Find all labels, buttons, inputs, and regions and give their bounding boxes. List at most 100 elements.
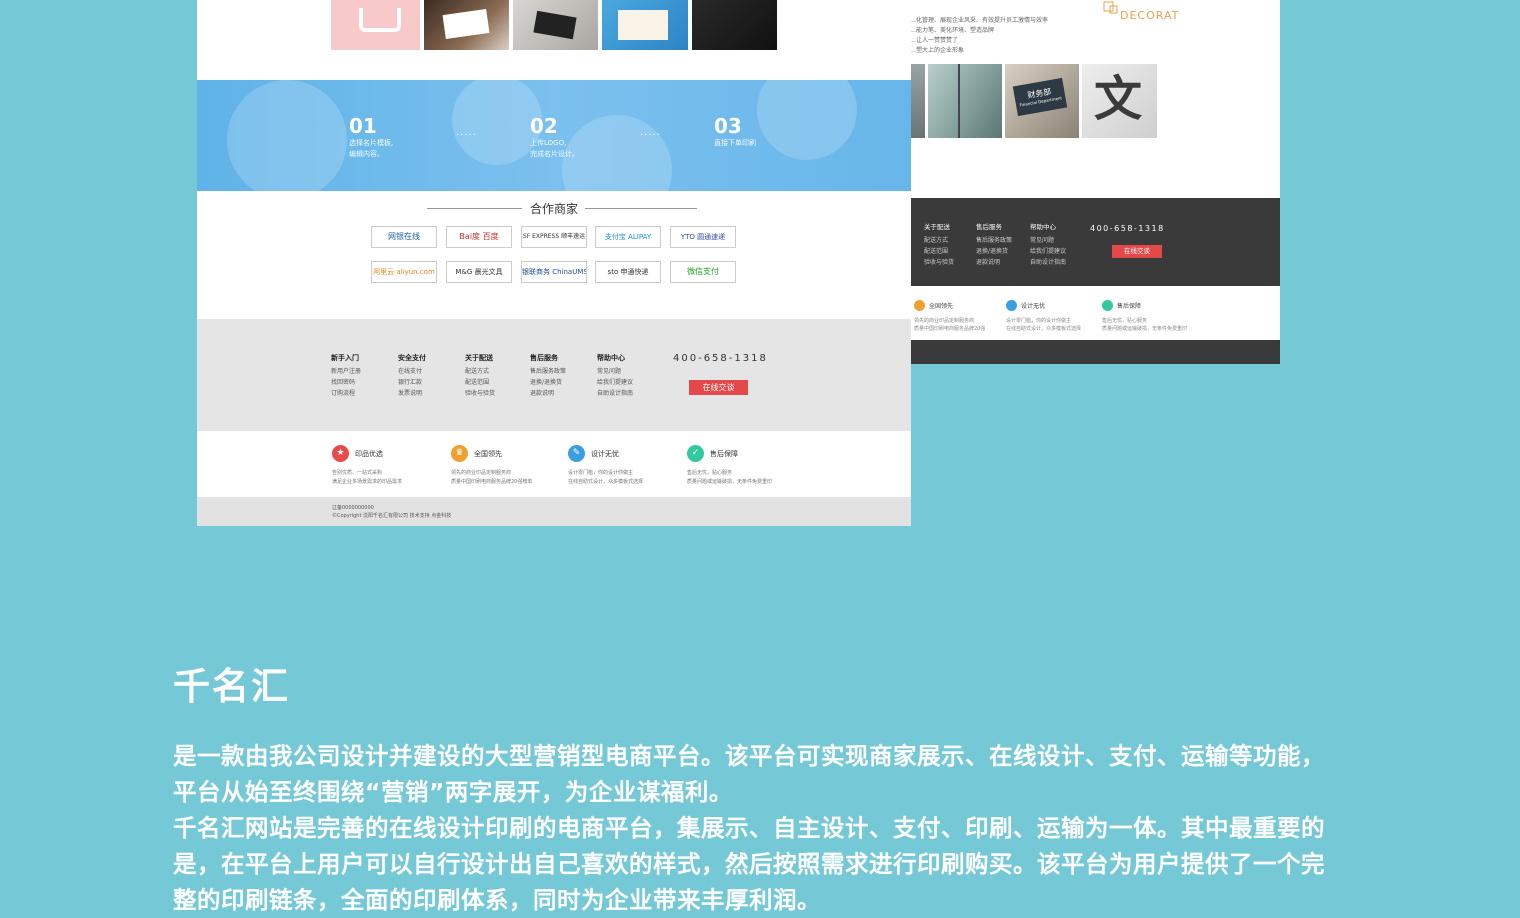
partner-logo-wechatpay[interactable]: 微信支付 [670,261,736,283]
footer-col-shipping: 关于配送 配送方式 配送范围 验收与验货 [924,222,954,268]
feature-desc: 售后无忧，贴心服务 [1102,318,1148,324]
feature-aftersales: ✓ 售后保障 售后无忧，贴心服务 质量问题或运输破损，无条件免费重印 [687,445,772,487]
partner-logo-baidu[interactable]: Bai度 百度 [446,226,512,248]
footer-link[interactable]: 配送范围 [924,246,954,257]
footer-link[interactable]: 银行汇款 [398,377,426,388]
decoration-label: DECORATION [1120,9,1180,22]
step-1: 01 选择名片模板, 编辑内容。 [349,114,393,160]
footer-phone: 400-658-1318 [1090,224,1165,233]
glass-door-photo [928,64,1002,138]
footer-link[interactable]: 常见问题 [597,366,633,377]
step-text: 完成名片设计。 [530,150,579,158]
feature-title: 售后保障 [1117,303,1142,310]
footer-link[interactable]: 验收与验货 [465,388,495,399]
footer-link[interactable]: 在线支付 [398,366,426,377]
partner-logo-sf-express[interactable]: SF EXPRESS 顺丰速运 [521,226,587,248]
feature-design: 设计无忧 设计零门槛，你的设计你做主 在线自助式设计，众多模板式选择 [1006,300,1081,333]
step-number: 01 [349,114,377,138]
footer-col-payment: 安全支付 在线支付 银行汇款 发票说明 [398,353,426,399]
decoration-logo: DECORATION [1100,0,1180,22]
feature-title: 印品优选 [355,449,383,458]
footer-link[interactable]: 自助设计指南 [1030,257,1066,268]
icp-number: 辽备0000000000 [332,505,374,511]
feature-aftersales: 售后保障 售后无忧，贴心服务质量问题或运输破损，无条件免费重印 [1102,300,1187,333]
footer-link[interactable]: 配送范围 [465,377,495,388]
partner-logo-sto[interactable]: sto 申通快递 [595,261,661,283]
description-paragraph: 千名汇网站是完善的在线设计印刷的电商平台，集展示、自主设计、支付、印刷、运输为一… [173,814,1325,914]
footer-link[interactable]: 自助设计指南 [597,388,633,399]
step-text: 直接下单印刷 [714,139,756,147]
footer-link[interactable]: 订购流程 [331,388,361,399]
feature-leading: 全国领先 领先的商业印品定制服务商 质量中国印刷电商服务品牌20强 [914,300,985,333]
footer-col-head: 售后服务 [976,223,1002,231]
online-chat-button[interactable]: 在线交谈 [1112,245,1162,258]
footer-link[interactable]: 常见问题 [1030,235,1066,246]
footer-col-head: 安全支付 [398,354,426,362]
product-tile-business-card[interactable] [424,0,509,50]
feature-desc: 领先的商业印品定制服务商 [451,470,512,476]
intro-line: …化管理、展现企业风采、有效提升员工激情与效率 [910,17,1049,24]
feature-selection: ★ 印品优选 告别优质、一站式采购 满足企业多场景需求的印品需求 [332,445,402,487]
footer-col-head: 售后服务 [530,354,558,362]
footer-link[interactable]: 售后服务政策 [530,366,566,377]
intro-line: …塑大上的企业形象 [910,47,965,54]
footer-col-newbie: 新手入门 新用户注册 找回密码 订购流程 [331,353,361,399]
product-tile-premium-card[interactable] [692,0,777,50]
left-footer: 新手入门 新用户注册 找回密码 订购流程 安全支付 在线支付 银行汇款 发票说明… [197,319,911,431]
feature-title: 全国领先 [929,303,954,310]
step-number: 02 [530,114,558,138]
right-site-mockup: …化管理、展现企业风采、有效提升员工激情与效率 …能力笔、美化环境、塑造品牌 …… [910,0,1280,364]
feature-title: 售后保障 [710,449,738,458]
footer-link[interactable]: 退款说明 [530,388,566,399]
footer-link[interactable]: 发票说明 [398,388,426,399]
footer-link[interactable]: 配送方式 [465,366,495,377]
product-tile-printer[interactable] [331,0,420,50]
footer-col-aftersales: 售后服务 售后服务政策 退换/退换货 退款说明 [976,222,1012,268]
partner-logo-mg[interactable]: M&G 晨光文具 [446,261,512,283]
footer-link[interactable]: 售后服务政策 [976,235,1012,246]
feature-desc: 质量中国印刷电商服务品牌20强 [914,326,986,332]
step-number: 03 [714,114,742,138]
feature-desc: 设计零门槛，你的设计你做主 [1006,318,1072,324]
footer-link[interactable]: 退款说明 [976,257,1012,268]
footer-col-help: 帮助中心 常见问题 给我们提建议 自助设计指南 [1030,222,1066,268]
footer-link[interactable]: 给我们提建议 [597,377,633,388]
copyright-bar [197,497,911,526]
footer-link[interactable]: 新用户注册 [331,366,361,377]
footer-col-head: 帮助中心 [597,354,625,362]
feature-desc: 质量问题或运输破损，无条件免费重印 [1102,326,1188,332]
footer-link[interactable]: 找回密码 [331,377,361,388]
footer-link[interactable]: 退换/退换货 [530,377,566,388]
crown-icon [914,300,925,311]
online-chat-button[interactable]: 在线交谈 [689,380,748,395]
feature-desc: 在线自助式设计，众多模板式选择 [568,479,644,485]
partner-logo-aliyun[interactable]: 阿里云 aliyun.com [371,261,437,283]
partner-logo-chinaums[interactable]: 银联商务 ChinaUMS [521,261,587,283]
product-tile-stationery[interactable] [602,0,688,50]
footer-phone: 400-658-1318 [673,353,768,364]
partner-logo-chinabank[interactable]: 网银在线 [371,226,437,248]
description-paragraph: 是一款由我公司设计并建设的大型营销型电商平台。该平台可实现商家展示、在线设计、支… [173,742,1325,806]
partner-logo-yto[interactable]: YTO 圆通速递 [670,226,736,248]
intro-line: …能力笔、美化环境、塑造品牌 [910,27,995,34]
step-3: 03 直接下单印刷 [714,114,756,149]
product-tile-black-card[interactable] [513,0,598,50]
feature-design: ✎ 设计无忧 设计零门槛，你的设计你做主 在线自助式设计，众多模板式选择 [568,445,643,487]
feature-desc: 质量问题或运输破损，无条件免费重印 [687,479,773,485]
partner-logo-alipay[interactable]: 支付宝 ALIPAY [595,226,661,248]
feature-desc: 告别优质、一站式采购 [332,470,383,476]
feature-title: 设计无忧 [591,449,619,458]
right-intro-text: …化管理、展现企业风采、有效提升员工激情与效率 …能力笔、美化环境、塑造品牌 …… [910,16,1090,56]
intro-line: …让人一赞赞赞了 [910,37,959,44]
footer-col-head: 关于配送 [924,223,950,231]
feature-desc: 在线自助式设计，众多模板式选择 [1006,326,1082,332]
footer-col-help: 帮助中心 常见问题 给我们提建议 自助设计指南 [597,353,633,399]
feature-desc: 质量中国印刷电商服务品牌20强榜单 [451,479,533,485]
footer-link[interactable]: 验收与验货 [924,257,954,268]
project-title: 千名汇 [173,665,290,708]
footer-link[interactable]: 配送方式 [924,235,954,246]
step-dots: ····· [640,130,661,141]
footer-link[interactable]: 退换/退换货 [976,246,1012,257]
footer-link[interactable]: 给我们提建议 [1030,246,1066,257]
project-description: 是一款由我公司设计并建设的大型营销型电商平台。该平台可实现商家展示、在线设计、支… [173,738,1325,918]
